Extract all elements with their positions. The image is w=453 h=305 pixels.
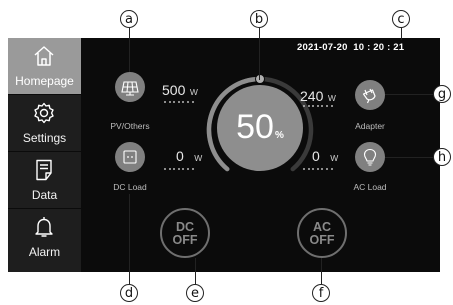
ac-output-toggle-button[interactable]: AC OFF: [297, 208, 347, 258]
dc-load-icon-button: [115, 142, 145, 172]
sidebar-item-label: Data: [31, 188, 58, 202]
callout-d: d: [120, 284, 138, 302]
sidebar-item-label: Settings: [22, 131, 67, 145]
adapter-power-unit: W: [327, 93, 336, 103]
sidebar-item-label: Homepage: [15, 74, 74, 88]
callout-e: e: [186, 284, 204, 302]
leader-line-g: [385, 94, 435, 96]
sidebar-item-label: Alarm: [28, 245, 61, 259]
leader-line-d: [129, 194, 131, 284]
ac-load-power-unit: W: [330, 153, 339, 163]
dc-output-toggle-button[interactable]: DC OFF: [160, 208, 210, 258]
ac-load-icon-button: [355, 142, 385, 172]
callout-a: a: [120, 10, 138, 28]
battery-percentage: 50%: [236, 108, 284, 146]
leader-line-h: [385, 157, 435, 159]
leader-line-a: [129, 28, 131, 72]
ac-load-power-readout: 0 W: [312, 148, 338, 166]
home-icon: [34, 46, 54, 66]
adapter-flow-dots: [303, 105, 335, 108]
gear-icon: [34, 102, 54, 124]
dc-load-label: DC Load: [113, 182, 147, 192]
battery-percentage-display: 50%: [217, 85, 303, 171]
callout-f: f: [312, 284, 330, 302]
adapter-label: Adapter: [355, 121, 385, 131]
plug-icon: [362, 88, 376, 104]
dc-load-power-unit: W: [194, 153, 203, 163]
bulb-icon: [363, 148, 377, 166]
ac-load-flow-dots: [303, 168, 335, 171]
percent-sign: %: [274, 130, 284, 141]
pv-icon-button: [115, 72, 145, 102]
ac-load-power-value: 0: [312, 148, 320, 164]
callout-b: b: [250, 10, 268, 28]
leader-line-f: [321, 258, 323, 284]
adapter-icon-button: [355, 80, 385, 110]
sidebar-item-alarm[interactable]: Alarm: [8, 209, 81, 265]
leader-line-b: [259, 28, 261, 80]
pv-label: PV/Others: [110, 121, 150, 131]
bell-icon: [35, 217, 53, 237]
solar-panel-icon: [121, 81, 139, 96]
dc-load-flow-dots: [164, 168, 196, 171]
dc-port-icon: [123, 150, 137, 164]
sidebar-item-homepage[interactable]: Homepage: [8, 38, 81, 94]
document-icon: [36, 159, 52, 181]
dc-load-power-value: 0: [176, 148, 184, 164]
pv-flow-dots: [164, 101, 196, 104]
callout-c: c: [392, 10, 410, 28]
sidebar-item-data[interactable]: Data: [8, 152, 81, 208]
datetime-readout: 2021-07-20 10 : 20 : 21: [297, 42, 405, 53]
pv-power-value: 500: [162, 82, 186, 98]
sidebar-item-settings[interactable]: Settings: [8, 95, 81, 151]
ac-button-state: OFF: [309, 233, 335, 247]
adapter-power-readout: 240 W: [300, 88, 336, 106]
adapter-power-value: 240: [300, 88, 324, 104]
ac-load-label: AC Load: [353, 182, 387, 192]
callout-h: h: [433, 148, 451, 166]
pv-power-unit: W: [189, 87, 198, 97]
dc-load-power-readout: 0 W: [176, 148, 202, 166]
sidebar: Homepage Settings Data Alarm: [8, 38, 81, 272]
pv-power-readout: 500 W: [162, 82, 198, 100]
callout-g: g: [433, 85, 451, 103]
leader-line-c: [401, 28, 403, 40]
dc-button-state: OFF: [172, 233, 198, 247]
leader-line-e: [195, 258, 197, 284]
